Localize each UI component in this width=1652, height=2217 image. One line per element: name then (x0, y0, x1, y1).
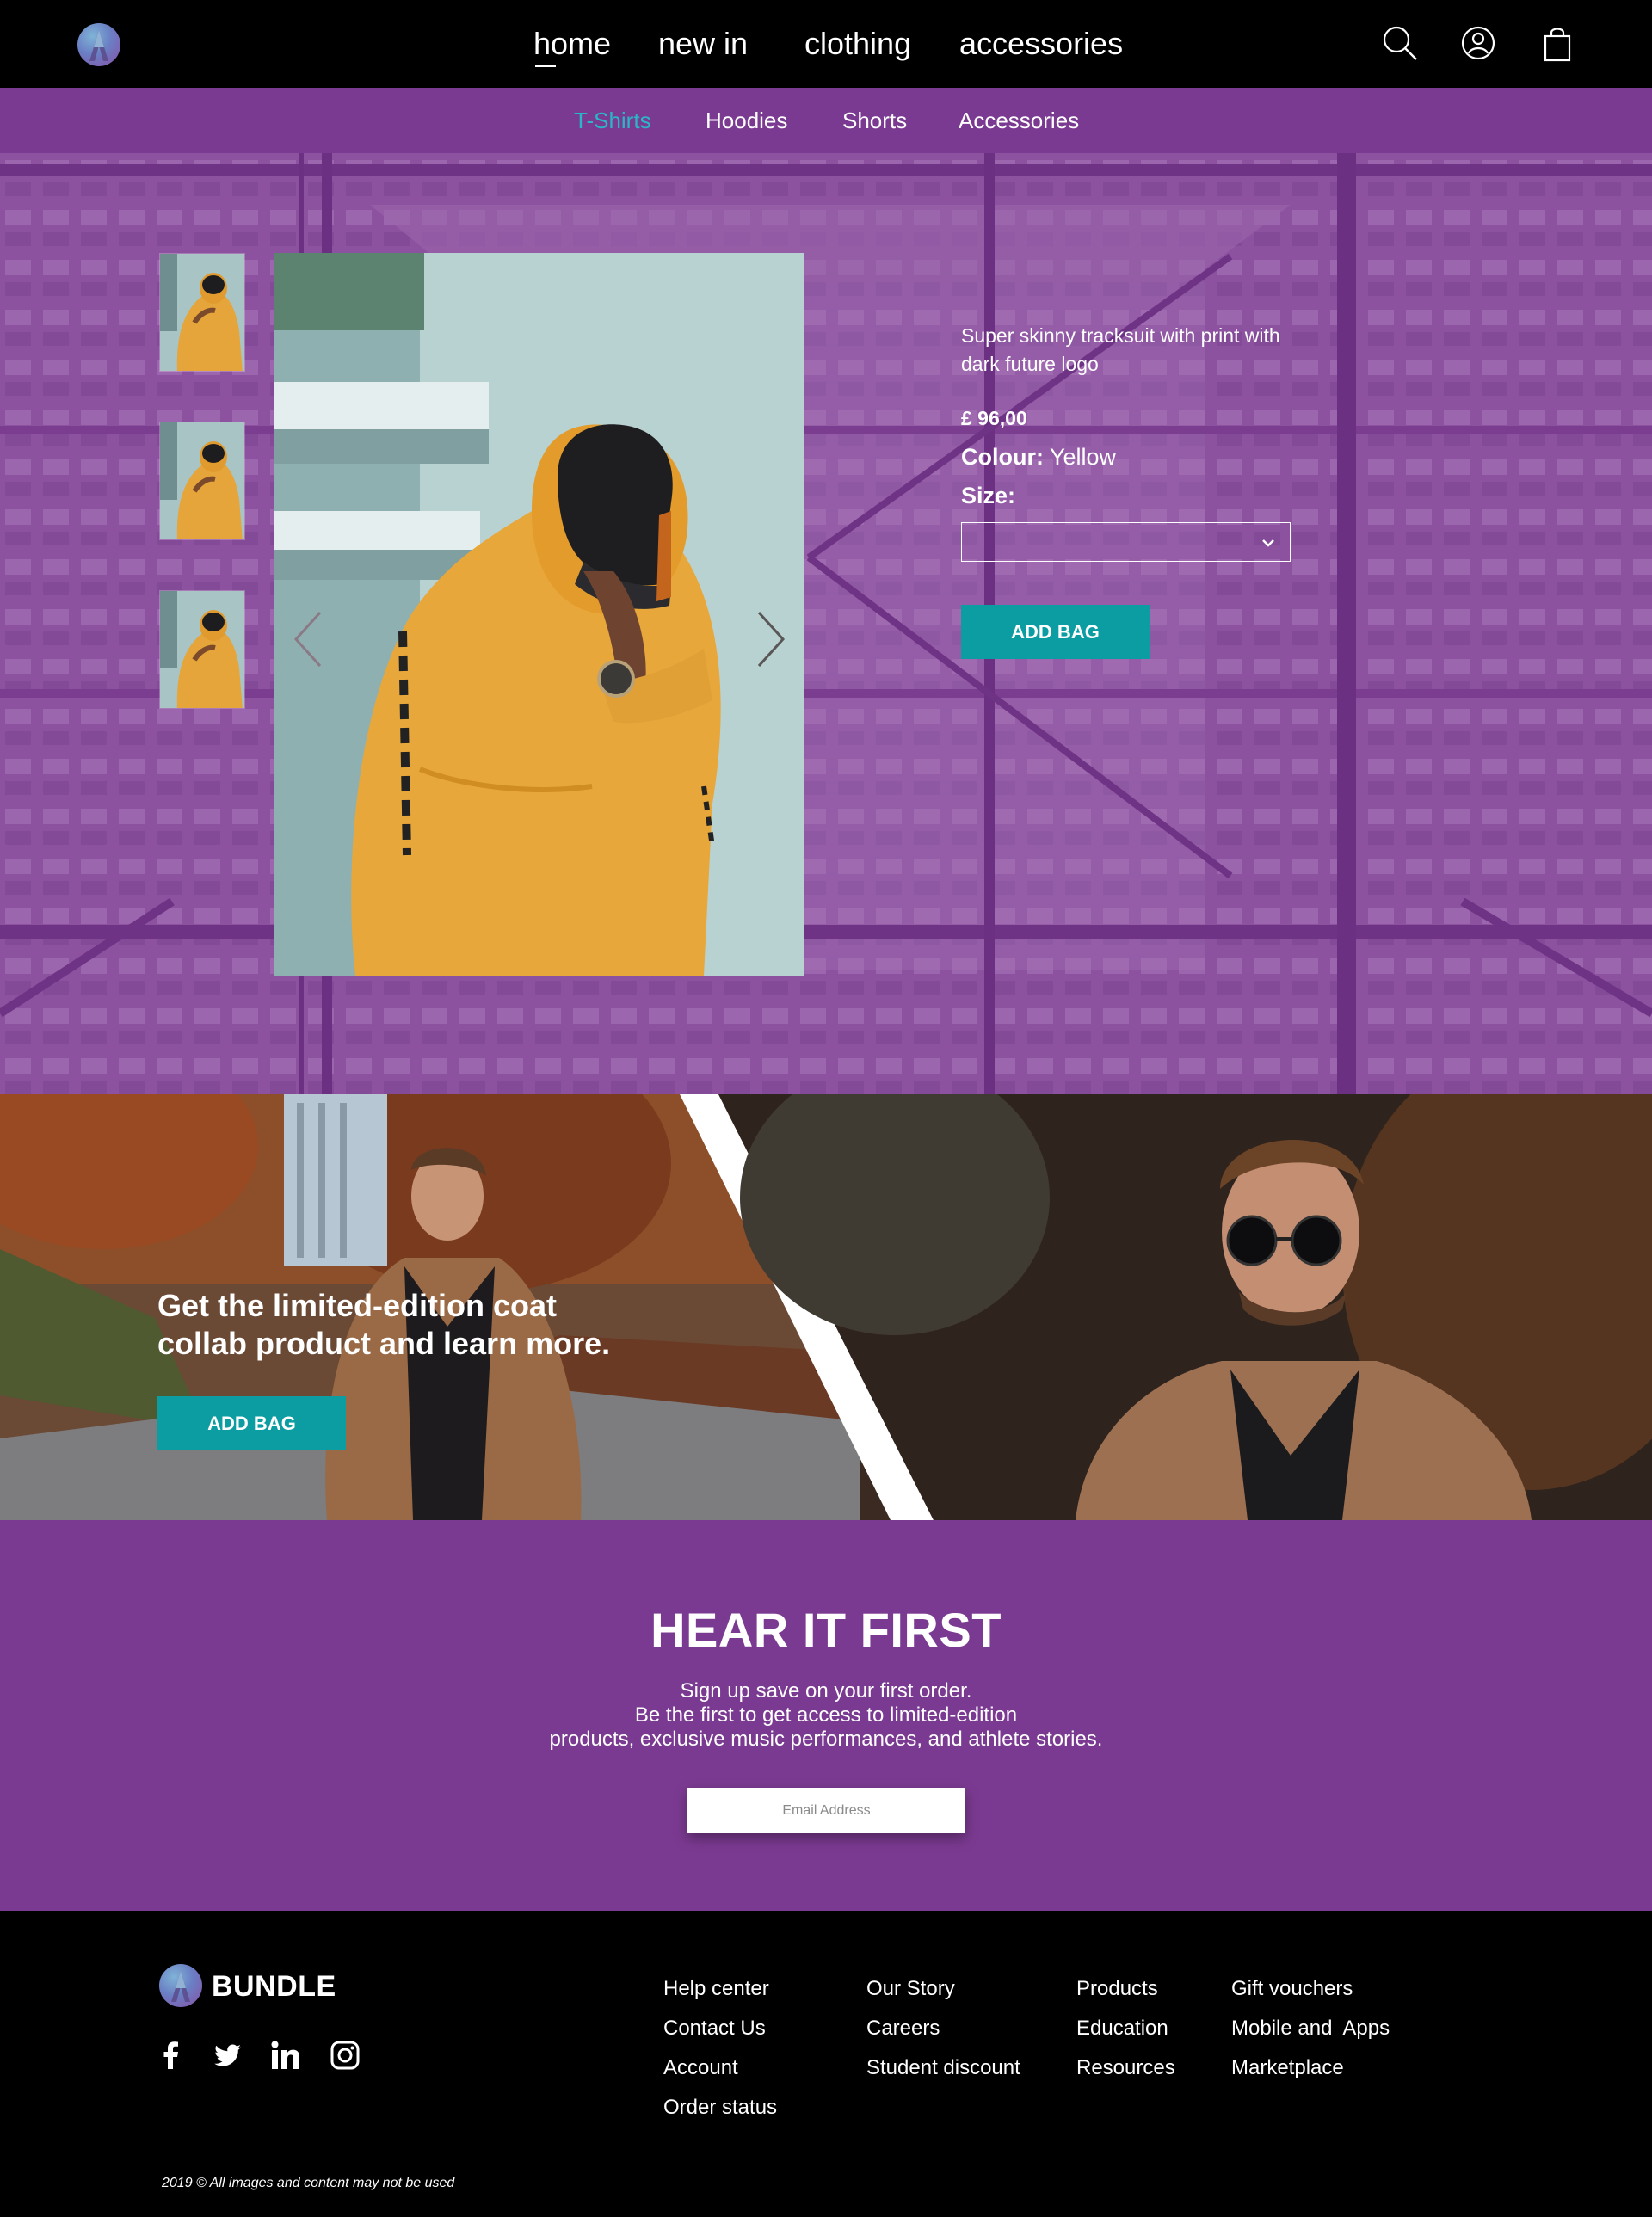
product-details: Super skinny tracksuit with print with d… (961, 322, 1305, 659)
size-select[interactable] (961, 522, 1291, 562)
promo-add-to-bag-button[interactable]: ADD BAG (157, 1396, 346, 1450)
site-footer: BUNDLE Help center Contact Us Account Or… (0, 1911, 1652, 2217)
footer-link-careers[interactable]: Careers (866, 2009, 1020, 2048)
email-input[interactable] (687, 1788, 965, 1833)
building-background-image (0, 153, 1652, 1094)
product-thumbnail[interactable] (159, 253, 245, 372)
facebook-icon[interactable] (156, 2040, 187, 2071)
instagram-icon[interactable] (330, 2040, 361, 2071)
nav-clothing[interactable]: clothing (804, 22, 911, 65)
newsletter-text: products, exclusive music performances, … (549, 1727, 1103, 1751)
top-navigation: home new in clothing accessories (0, 0, 1652, 88)
linkedin-icon[interactable] (270, 2040, 301, 2071)
subnav-shorts[interactable]: Shorts (842, 88, 907, 153)
search-icon[interactable] (1381, 24, 1419, 62)
newsletter-signup: HEAR IT FIRST Sign up save on your first… (0, 1520, 1652, 1911)
footer-logo-icon[interactable] (159, 1964, 202, 2007)
user-account-icon[interactable] (1459, 24, 1497, 62)
product-thumbnail[interactable] (159, 422, 245, 540)
footer-link-our-story[interactable]: Our Story (866, 1969, 1020, 2009)
footer-column-more: Gift vouchers Mobile and Apps Marketplac… (1231, 1969, 1390, 2088)
nav-home[interactable]: home (533, 22, 611, 67)
footer-brand-name: BUNDLE (212, 1970, 336, 2003)
footer-link-order-status[interactable]: Order status (663, 2088, 777, 2128)
footer-link-products[interactable]: Products (1076, 1969, 1175, 2009)
size-label: Size: (961, 483, 1016, 508)
subnav-tshirts[interactable]: T-Shirts (574, 88, 651, 153)
product-description: Super skinny tracksuit with print with d… (961, 324, 1280, 375)
newsletter-title: HEAR IT FIRST (650, 1603, 1002, 1657)
footer-column-company: Our Story Careers Student discount (866, 1969, 1020, 2088)
nav-new-in[interactable]: new in (658, 22, 748, 65)
footer-link-account[interactable]: Account (663, 2048, 777, 2088)
colour-value: Yellow (1050, 444, 1117, 470)
footer-link-mobile-apps[interactable]: Mobile and Apps (1231, 2009, 1390, 2048)
subnav-hoodies[interactable]: Hoodies (706, 88, 787, 153)
footer-link-education[interactable]: Education (1076, 2009, 1175, 2048)
promo-headline-line: collab product and learn more. (157, 1326, 611, 1361)
subnav-accessories[interactable]: Accessories (959, 88, 1079, 153)
product-price: £ 96,00 (961, 407, 1027, 429)
brand-logo-icon[interactable] (77, 23, 120, 66)
newsletter-text: Sign up save on your first order. (680, 1679, 972, 1703)
footer-link-help-center[interactable]: Help center (663, 1969, 777, 2009)
product-colour: Colour: Yellow (961, 444, 1305, 471)
product-thumbnail[interactable] (159, 590, 245, 709)
footer-link-contact-us[interactable]: Contact Us (663, 2009, 777, 2048)
footer-column-support: Help center Contact Us Account Order sta… (663, 1969, 777, 2128)
carousel-prev-arrow-icon[interactable] (291, 609, 325, 669)
category-subnav: T-Shirts Hoodies Shorts Accessories (0, 88, 1652, 153)
newsletter-text: Be the first to get access to limited-ed… (634, 1703, 1018, 1727)
footer-column-resources: Products Education Resources (1076, 1969, 1175, 2088)
footer-link-student-discount[interactable]: Student discount (866, 2048, 1020, 2088)
nav-accessories[interactable]: accessories (959, 22, 1123, 65)
product-main-image (274, 253, 804, 976)
product-hero: Super skinny tracksuit with print with d… (0, 153, 1652, 1094)
footer-link-marketplace[interactable]: Marketplace (1231, 2048, 1390, 2088)
promo-headline-line: Get the limited-edition coat (157, 1288, 558, 1323)
promo-banner: Get the limited-edition coat collab prod… (0, 1094, 1652, 1520)
promo-headline: Get the limited-edition coat collab prod… (157, 1287, 639, 1363)
footer-link-gift-vouchers[interactable]: Gift vouchers (1231, 1969, 1390, 2009)
add-to-bag-button[interactable]: ADD BAG (961, 605, 1150, 659)
twitter-icon[interactable] (212, 2040, 243, 2071)
footer-link-resources[interactable]: Resources (1076, 2048, 1175, 2088)
chevron-down-icon (1262, 539, 1274, 547)
shopping-bag-icon[interactable] (1538, 24, 1576, 62)
copyright-notice: 2019 © All images and content may not be… (162, 2176, 455, 2190)
colour-label: Colour: (961, 444, 1044, 470)
carousel-next-arrow-icon[interactable] (754, 609, 788, 669)
